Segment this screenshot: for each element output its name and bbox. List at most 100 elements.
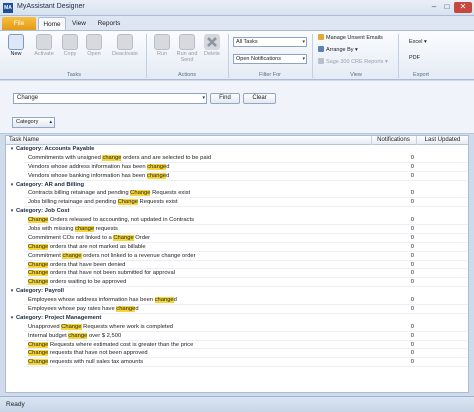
row-divider [24,366,468,368]
task-text-pre: Employees whose address information has … [28,297,155,304]
collapse-icon[interactable]: ▾ [8,207,16,216]
copy-button[interactable]: Copy [58,34,82,57]
task-text-post: Requests where estimated cost is greater… [48,341,194,348]
search-value: Change [17,95,39,101]
export-excel-button[interactable]: Excel ▾ [409,39,427,45]
search-highlight: Change [61,323,82,330]
table-row[interactable]: Change Orders released to accounting, no… [6,216,468,226]
excel-label: Excel [409,39,423,45]
pdf-label: PDF [409,55,420,61]
task-text-pre: Contracts billing retainage and pending [28,190,131,197]
view-group-label: View [350,72,362,78]
open-button[interactable]: Open [82,34,106,57]
minimize-button[interactable]: – [428,2,440,13]
sage-reports-button[interactable]: Sage 300 CRE Reports ▾ [318,58,388,65]
task-text-post: d [166,163,170,170]
table-row[interactable]: Internal budget change over $ 2,500 0 [6,332,468,341]
task-filter-select[interactable]: All Tasks ▾ [233,37,307,47]
run-send-icon [179,34,195,50]
column-last-updated[interactable]: Last Updated [416,136,468,145]
table-row[interactable]: Employees whose pay rates have changed 0 [6,305,468,314]
table-row[interactable]: Change orders that have not been submitt… [6,269,468,279]
category-group-row[interactable]: ▾ Category: AR and Billing [6,181,468,190]
task-text-post: orders that have not been submitted for … [48,270,175,277]
actions-group-label: Actions [177,72,197,78]
collapse-icon[interactable]: ▾ [8,287,16,296]
group-by-category-chip[interactable]: Category ▴ [12,117,55,128]
maximize-button[interactable]: □ [441,2,453,13]
task-text-pre: Jobs with missing [28,226,76,233]
chevron-down-icon[interactable]: ▾ [202,94,205,103]
table-row[interactable]: Jobs billing retainage and pending Chang… [6,198,468,208]
table-row[interactable]: Change Requests where estimated cost is … [6,341,468,350]
task-text-post: orders and are selected to be paid [121,154,212,161]
task-text-pre: Vendors whose banking information has be… [28,172,147,179]
table-row[interactable]: Unapproved Change Requests where work is… [6,323,468,332]
table-row[interactable]: Commitments with unsigned change orders … [6,154,468,163]
table-row[interactable]: Change orders waiting to be approved 0 [6,278,468,288]
table-row[interactable]: Commitment change orders not linked to a… [6,252,468,261]
table-row[interactable]: Contracts billing retainage and pending … [6,189,468,199]
table-row[interactable]: Commitment COs not linked to a Change Or… [6,234,468,243]
find-button[interactable]: Find [210,93,240,104]
task-text-post: Orders released to accounting, not updat… [48,217,194,224]
search-highlight: Change [28,341,49,348]
grid-rows: ▾ Category: Accounts Payable Commitments w… [6,145,468,368]
collapse-icon[interactable]: ▾ [8,314,16,323]
manage-unsent-emails-button[interactable]: Manage Unsent Emails [318,34,383,41]
deactivate-button[interactable]: Deactivate [108,34,142,57]
export-pdf-button[interactable]: PDF [409,55,420,61]
search-highlight: Change [28,217,49,224]
search-input[interactable]: Change ▾ [13,93,207,104]
clear-button[interactable]: Clear [243,93,276,104]
category-title: Category: Accounts Payable [16,146,95,152]
column-task-name[interactable]: Task Name [9,136,39,145]
category-group-row[interactable]: ▾ Category: Project Management [6,314,468,323]
arrange-by-label: Arrange By [326,47,354,53]
app-icon: MA [3,3,13,13]
new-task-icon [8,34,24,50]
task-text-post: orders that have been denied [48,261,126,268]
ribbon-tabs: File Home View Reports [0,16,474,30]
table-row[interactable]: Change orders that are not marked as bil… [6,243,468,252]
notification-filter-select[interactable]: Open Notifications ▾ [233,54,307,64]
status-text: Ready [6,401,25,408]
tab-home[interactable]: Home [38,17,66,30]
search-highlight: Change [28,350,49,357]
search-highlight: Change [28,359,49,366]
activate-icon [36,34,52,50]
table-row[interactable]: Change requests with null sales tax amou… [6,358,468,368]
collapse-icon[interactable]: ▾ [8,181,16,190]
tab-file[interactable]: File [2,17,36,30]
run-button[interactable]: Run [150,34,174,57]
collapse-icon[interactable]: ▾ [8,145,16,154]
search-highlight: change [62,252,82,259]
category-group-row[interactable]: ▾ Category: Job Cost [6,207,468,216]
table-row[interactable]: Vendors whose address information has be… [6,163,468,172]
run-and-send-button[interactable]: Run and Send [174,34,200,63]
new-button[interactable]: New [4,34,28,57]
category-group-row[interactable]: ▾ Category: Payroll [6,287,468,296]
table-row[interactable]: Employees whose address information has … [6,296,468,306]
tab-reports[interactable]: Reports [93,17,125,30]
export-group-label: Export [413,72,429,78]
activate-button[interactable]: Activate [32,34,56,57]
delete-button[interactable]: Delete [200,34,224,57]
sort-asc-icon: ▴ [49,119,52,125]
report-icon [318,58,324,64]
table-row[interactable]: Jobs with missing change requests 0 [6,225,468,234]
table-row[interactable]: Vendors whose banking information has be… [6,172,468,181]
deactivate-icon [117,34,133,50]
tab-view[interactable]: View [68,17,90,30]
table-row[interactable]: Change orders that have been denied 0 [6,261,468,270]
column-notifications[interactable]: Notifications [371,136,415,145]
close-button[interactable]: ✕ [454,2,472,13]
ribbon-separator [228,34,229,78]
table-row[interactable]: Change requests that have not been appro… [6,349,468,359]
task-text-post: requests that have not been approved [48,350,148,357]
category-group-row[interactable]: ▾ Category: Accounts Payable [6,145,468,154]
arrange-by-button[interactable]: Arrange By ▾ [318,46,358,53]
task-text-post: orders waiting to be approved [48,279,127,286]
title-bar: MA MyAssistant Designer – □ ✕ [0,0,474,16]
task-text-post: requests with null sales tax amounts [48,359,144,366]
